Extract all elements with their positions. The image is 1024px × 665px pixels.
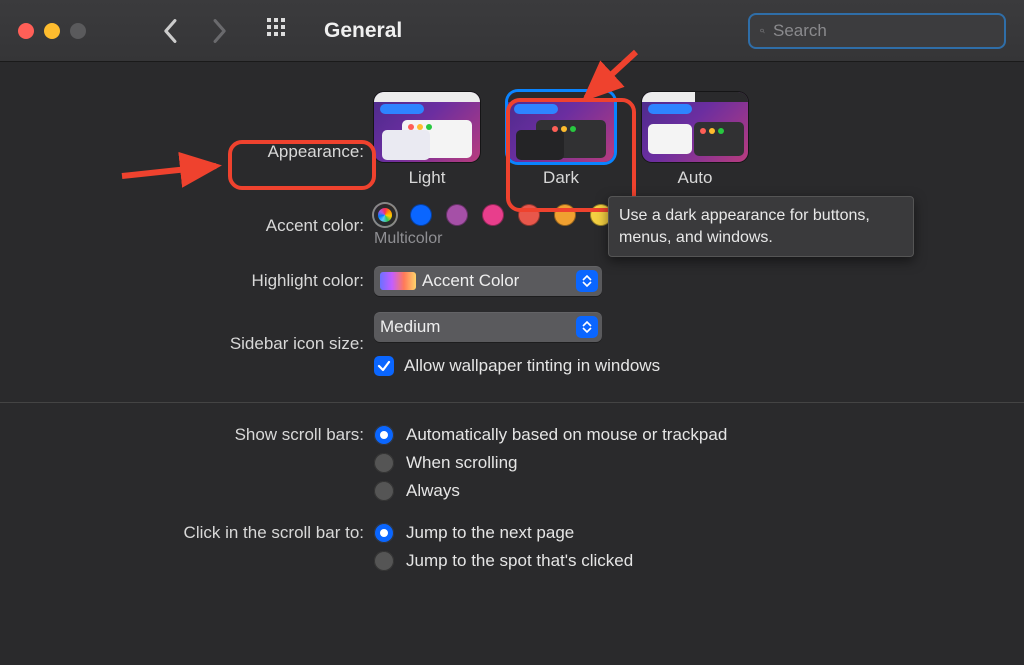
scrollbars-option-always[interactable]: Always bbox=[374, 481, 1024, 501]
zoom-window-button[interactable] bbox=[70, 23, 86, 39]
appearance-option-light-label: Light bbox=[409, 168, 446, 188]
accent-swatch-red[interactable] bbox=[518, 204, 540, 226]
search-icon bbox=[760, 22, 765, 40]
highlight-color-label: Highlight color: bbox=[0, 271, 374, 291]
sidebar-icon-size-value: Medium bbox=[380, 317, 570, 337]
window-title: General bbox=[324, 19, 402, 43]
appearance-option-auto-label: Auto bbox=[678, 168, 713, 188]
radio-label: When scrolling bbox=[406, 453, 518, 473]
search-field[interactable] bbox=[748, 13, 1006, 49]
show-all-icon[interactable] bbox=[266, 17, 288, 44]
radio-button[interactable] bbox=[374, 425, 394, 445]
checkmark-icon bbox=[377, 359, 391, 373]
scrollbars-option-auto[interactable]: Automatically based on mouse or trackpad bbox=[374, 425, 1024, 445]
select-stepper-icon bbox=[576, 316, 598, 338]
appearance-option-dark-label: Dark bbox=[543, 168, 579, 188]
radio-button[interactable] bbox=[374, 481, 394, 501]
radio-button[interactable] bbox=[374, 453, 394, 473]
close-window-button[interactable] bbox=[18, 23, 34, 39]
scrollbars-label: Show scroll bars: bbox=[0, 425, 374, 445]
accent-swatch-multicolor[interactable] bbox=[374, 204, 396, 226]
radio-label: Jump to the spot that's clicked bbox=[406, 551, 633, 571]
appearance-dark-tooltip: Use a dark appearance for buttons, menus… bbox=[608, 196, 914, 257]
window-controls bbox=[18, 23, 86, 39]
forward-button[interactable] bbox=[210, 18, 228, 44]
sidebar-icon-size-label: Sidebar icon size: bbox=[0, 334, 374, 354]
radio-label: Always bbox=[406, 481, 460, 501]
section-divider bbox=[0, 402, 1024, 403]
accent-color-label: Accent color: bbox=[0, 216, 374, 236]
radio-button[interactable] bbox=[374, 523, 394, 543]
select-stepper-icon bbox=[576, 270, 598, 292]
minimize-window-button[interactable] bbox=[44, 23, 60, 39]
accent-swatch-orange[interactable] bbox=[554, 204, 576, 226]
click-scroll-option-next-page[interactable]: Jump to the next page bbox=[374, 523, 1024, 543]
sidebar-icon-size-select[interactable]: Medium bbox=[374, 312, 602, 342]
radio-button[interactable] bbox=[374, 551, 394, 571]
wallpaper-tinting-label: Allow wallpaper tinting in windows bbox=[404, 356, 660, 376]
back-button[interactable] bbox=[162, 18, 180, 44]
titlebar: General bbox=[0, 0, 1024, 62]
click-scroll-option-clicked-spot[interactable]: Jump to the spot that's clicked bbox=[374, 551, 1024, 571]
radio-label: Jump to the next page bbox=[406, 523, 574, 543]
appearance-option-light[interactable]: Light bbox=[374, 92, 480, 188]
scrollbars-option-scrolling[interactable]: When scrolling bbox=[374, 453, 1024, 473]
appearance-label: Appearance: bbox=[0, 118, 374, 162]
highlight-color-select[interactable]: Accent Color bbox=[374, 266, 602, 296]
accent-swatch-purple[interactable] bbox=[446, 204, 468, 226]
appearance-option-auto[interactable]: Auto bbox=[642, 92, 748, 188]
click-scrollbar-label: Click in the scroll bar to: bbox=[0, 523, 374, 543]
wallpaper-tinting-checkbox[interactable] bbox=[374, 356, 394, 376]
search-input[interactable] bbox=[773, 21, 994, 41]
highlight-color-chip bbox=[380, 272, 416, 290]
radio-label: Automatically based on mouse or trackpad bbox=[406, 425, 727, 445]
accent-swatch-pink[interactable] bbox=[482, 204, 504, 226]
appearance-option-dark[interactable]: Dark bbox=[508, 92, 614, 188]
highlight-color-value: Accent Color bbox=[422, 271, 570, 291]
accent-swatch-blue[interactable] bbox=[410, 204, 432, 226]
nav-arrows bbox=[162, 18, 228, 44]
